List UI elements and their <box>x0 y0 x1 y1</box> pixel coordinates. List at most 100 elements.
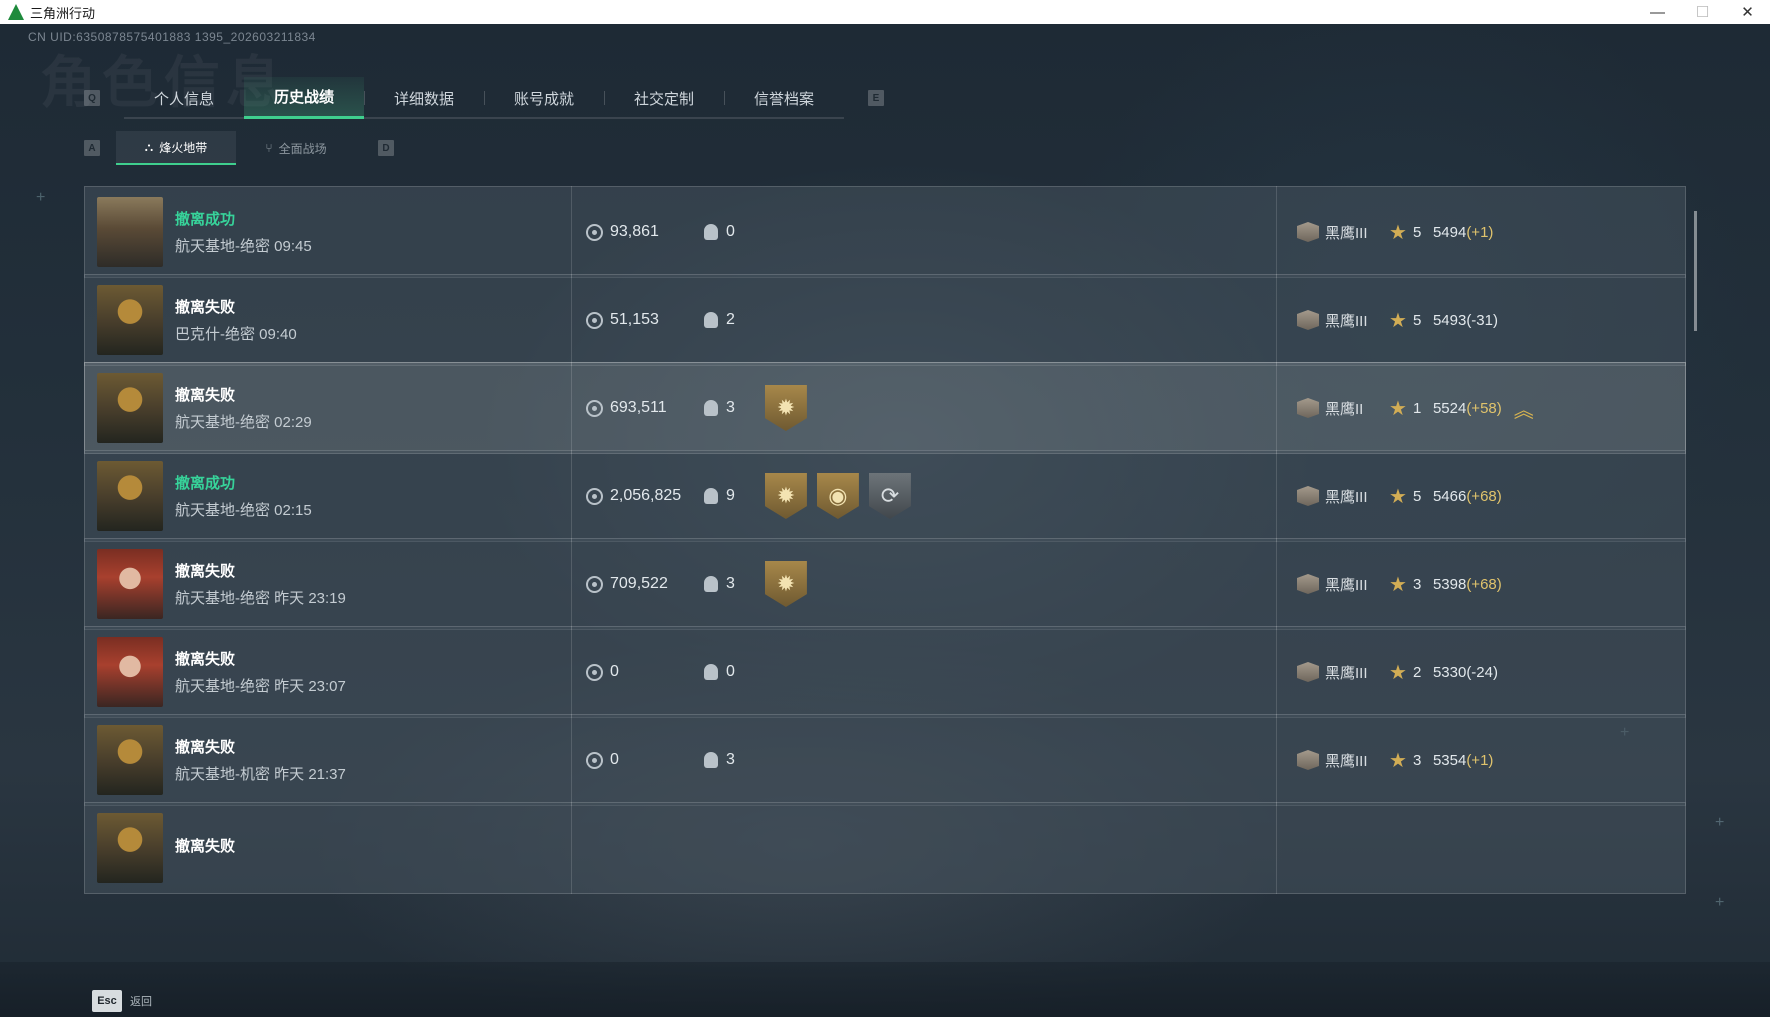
window-titlebar: 三角洲行动 — ☐ ✕ <box>0 0 1770 24</box>
match-record-row[interactable]: 撤离失败 航天基地-绝密 昨天 23:19 709,522 3 ✹ 黑鹰III ★ 3 5398… <box>84 538 1686 630</box>
money-value: 93,861 <box>610 223 659 240</box>
kills-stat: 3 <box>704 399 735 417</box>
rank-score: 5398 <box>1432 575 1467 593</box>
star-count: 1 <box>1412 399 1422 417</box>
operator-avatar <box>97 461 163 531</box>
tab-3[interactable]: 账号成就 <box>484 77 604 119</box>
tab-0[interactable]: 个人信息 <box>124 77 244 119</box>
subtab-label: 烽火地带 <box>159 140 208 155</box>
main-tabs: 个人信息 历史战绩 详细数据 账号成就 社交定制 信誉档案 <box>124 77 844 119</box>
coin-icon <box>586 399 603 417</box>
match-record-row[interactable]: 撤离成功 航天基地-绝密 09:45 93,861 0 黑鹰III ★ 5 5494 (+1) <box>84 186 1686 278</box>
extraction-status: 撤离失败 <box>175 651 236 668</box>
kills-value: 3 <box>726 575 735 592</box>
score-delta: (+1) <box>1466 751 1494 769</box>
gold-sun-medal-icon[interactable]: ✹ <box>764 561 807 607</box>
tab-4[interactable]: 社交定制 <box>604 77 724 119</box>
coin-icon <box>586 311 603 329</box>
star-icon: ★ <box>1389 485 1407 508</box>
gold-sun-medal-icon[interactable]: ✹ <box>764 385 807 431</box>
record-info: 撤离失败 航天基地-机密 昨天 21:37 <box>175 736 571 784</box>
medal-badges: ✹ <box>764 561 807 607</box>
record-stats: 03 <box>572 714 1276 806</box>
star-icon: ★ <box>1389 397 1407 420</box>
match-record-row[interactable]: 撤离失败 巴克什-绝密 09:40 51,153 2 黑鹰III ★ 5 5493 (-31) <box>84 274 1686 366</box>
skull-icon <box>704 488 718 504</box>
rank-info <box>1277 802 1297 894</box>
money-stat: 693,511 <box>586 399 704 417</box>
rank-score: 5466 <box>1432 487 1467 505</box>
kills-stat: 0 <box>704 223 735 241</box>
maximize-button[interactable]: ☐ <box>1680 0 1725 24</box>
extraction-status: 撤离成功 <box>175 211 236 228</box>
gold-sun-medal-icon[interactable]: ✹ <box>764 473 807 519</box>
skull-icon <box>704 312 718 328</box>
coin-icon <box>586 751 603 769</box>
score-delta: (-31) <box>1466 311 1498 329</box>
match-record-row[interactable]: 撤离失败 航天基地-绝密 昨天 23:07 0 0 黑鹰III ★ 2 5330 (-24) <box>84 626 1686 718</box>
money-stat: 0 <box>586 663 704 681</box>
rank-score: 5494 <box>1432 223 1467 241</box>
star-icon: ★ <box>1389 661 1407 684</box>
record-info: 撤离失败 航天基地-绝密 昨天 23:07 <box>175 648 571 696</box>
tab-next-key[interactable]: E <box>868 90 884 106</box>
star-icon: ★ <box>1389 309 1407 332</box>
subtab-prev-key[interactable]: A <box>84 140 100 156</box>
rank-score: 5524 <box>1432 399 1467 417</box>
close-button[interactable]: ✕ <box>1725 0 1770 24</box>
operator-avatar <box>97 373 163 443</box>
back-button[interactable]: Esc 返回 <box>92 990 152 1012</box>
kills-value: 3 <box>726 399 735 416</box>
record-stats <box>572 802 1276 894</box>
tab-1[interactable]: 历史战绩 <box>244 77 364 119</box>
subtab-1[interactable]: ⑂ 全面战场 <box>236 131 356 165</box>
record-info: 撤离失败 <box>175 835 571 862</box>
star-count: 3 <box>1412 751 1422 769</box>
skull-icon <box>704 576 718 592</box>
list-scrollbar[interactable] <box>1694 211 1697 331</box>
tab-2[interactable]: 详细数据 <box>364 77 484 119</box>
rank-emblem-icon <box>1297 486 1319 506</box>
star-count: 5 <box>1412 311 1422 329</box>
map-and-time: 航天基地-机密 昨天 21:37 <box>175 766 346 783</box>
tab-5[interactable]: 信誉档案 <box>724 77 844 119</box>
operator-avatar <box>97 813 163 883</box>
record-info: 撤离成功 航天基地-绝密 09:45 <box>175 208 571 256</box>
kills-value: 0 <box>726 663 735 680</box>
tab-prev-key[interactable]: Q <box>84 90 100 106</box>
money-stat: 709,522 <box>586 575 704 593</box>
record-info: 撤离失败 巴克什-绝密 09:40 <box>175 296 571 344</box>
skull-icon <box>704 664 718 680</box>
score-delta: (+68) <box>1466 575 1502 593</box>
subtab-next-key[interactable]: D <box>378 140 394 156</box>
gold-coin-medal-icon[interactable]: ◉ <box>816 473 859 519</box>
match-record-row[interactable]: 撤离失败 航天基地-绝密 02:29 693,511 3 ✹ 黑鹰II ★ 1 5524 (+58… <box>84 362 1686 454</box>
medal-badges: ✹ ◉ ⟳ <box>764 473 911 519</box>
rank-up-icon: ︽ <box>1513 399 1534 422</box>
star-icon: ★ <box>1389 573 1407 596</box>
star-count: 3 <box>1412 575 1422 593</box>
rank-name: 黑鹰III <box>1325 664 1368 682</box>
operator-avatar <box>97 725 163 795</box>
money-value: 51,153 <box>610 311 659 328</box>
match-history-list[interactable]: 撤离成功 航天基地-绝密 09:45 93,861 0 黑鹰III ★ 5 5494 (+1) 撤… <box>84 186 1686 917</box>
record-stats: 51,153 2 <box>572 274 1276 366</box>
rank-emblem-icon <box>1297 222 1319 242</box>
extraction-status: 撤离成功 <box>175 475 236 492</box>
app-logo-icon <box>8 4 24 20</box>
rank-info: 黑鹰II ★ 1 5524 (+58) ︽ <box>1277 362 1534 454</box>
kills-stat: 3 <box>704 751 735 769</box>
minimize-button[interactable]: — <box>1635 0 1680 24</box>
silver-cycle-medal-icon[interactable]: ⟳ <box>868 473 911 519</box>
match-record-row[interactable]: 撤离成功 航天基地-绝密 02:15 2,056,825 9 ✹ ◉ ⟳ 黑鹰III ★ 5 546… <box>84 450 1686 542</box>
money-value: 2,056,825 <box>610 487 682 504</box>
kills-value: 0 <box>726 223 735 240</box>
skull-icon <box>704 752 718 768</box>
coin-icon <box>586 487 603 505</box>
rank-score: 5493 <box>1432 311 1467 329</box>
money-stat: 0 <box>586 751 704 769</box>
subtab-0[interactable]: ⛬ 烽火地带 <box>116 131 236 165</box>
match-record-row[interactable]: 撤离失败 航天基地-机密 昨天 21:37 0 3 黑鹰III ★ 3 5354 (+1) <box>84 714 1686 806</box>
score-delta: (+58) <box>1466 399 1502 417</box>
match-record-row[interactable]: 撤离失败 <box>84 802 1686 894</box>
